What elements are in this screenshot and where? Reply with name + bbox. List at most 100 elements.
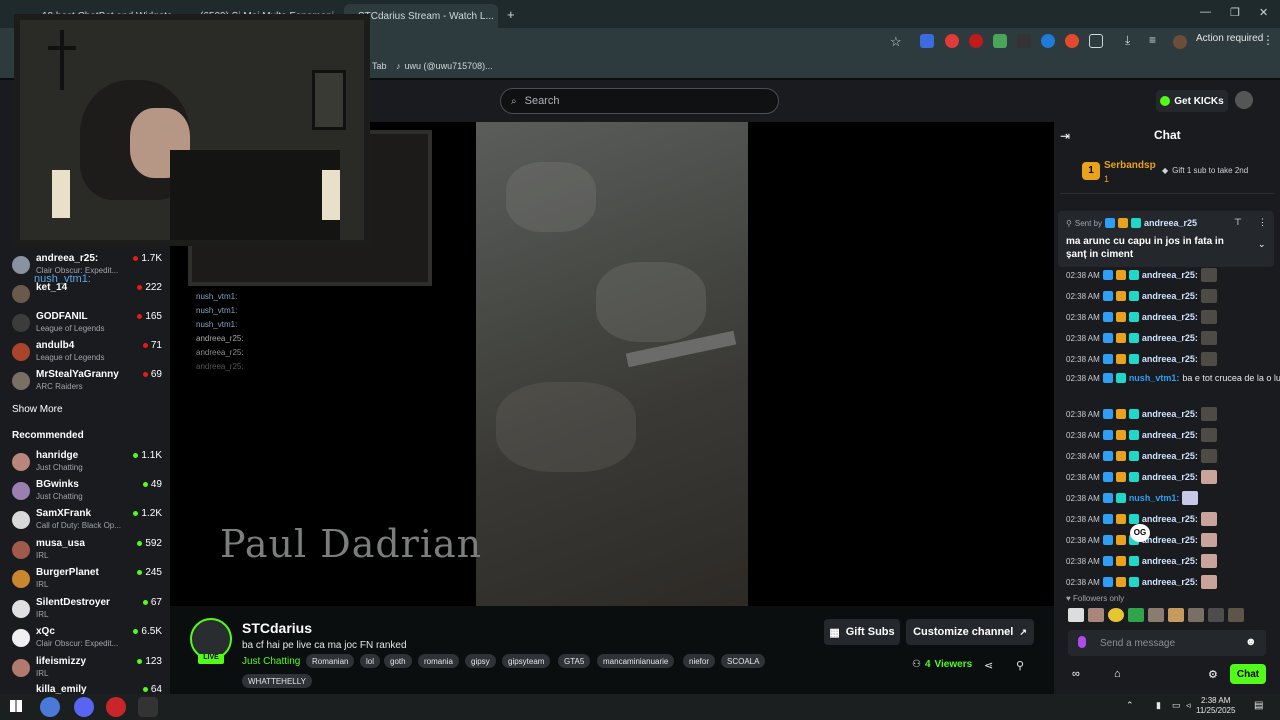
- sidebar-channel[interactable]: killa_emily 64: [12, 683, 162, 694]
- follow-user-icon[interactable]: ⚲: [1016, 659, 1024, 672]
- action-required-button[interactable]: Action required: [1196, 33, 1263, 44]
- pinned-by-user[interactable]: andreea_r25: [1144, 218, 1197, 228]
- tray-chevron-icon[interactable]: ⌃: [1126, 700, 1134, 711]
- more-options-icon[interactable]: ⋮: [1258, 217, 1267, 228]
- message-username[interactable]: andreea_r25:: [1142, 556, 1198, 566]
- stream-tag[interactable]: goth: [384, 654, 412, 668]
- minimize-icon[interactable]: —: [1200, 6, 1211, 18]
- windows-start-icon[interactable]: [10, 700, 22, 712]
- extension-icon[interactable]: [920, 34, 934, 48]
- stream-tag[interactable]: Romanian: [306, 654, 355, 668]
- user-avatar[interactable]: [1235, 91, 1253, 109]
- sidebar-channel[interactable]: musa_usa IRL 592: [12, 537, 162, 565]
- emote-icon[interactable]: [1208, 608, 1224, 622]
- extensions-puzzle-icon[interactable]: [1089, 34, 1103, 48]
- microphone-tray-icon[interactable]: ▮: [1156, 700, 1161, 711]
- customize-channel-button[interactable]: Customize channel ↗: [906, 619, 1034, 645]
- message-username[interactable]: nush_vtm1:: [1129, 373, 1180, 383]
- volume-icon[interactable]: ◃: [1186, 700, 1191, 711]
- emoji-icon[interactable]: ☻: [1245, 636, 1257, 648]
- stream-tag[interactable]: lol: [360, 654, 381, 668]
- sidebar-channel[interactable]: GODFANIL League of Legends 165: [12, 310, 162, 338]
- search-input[interactable]: ⌕ Search: [500, 88, 779, 114]
- stream-tag[interactable]: WHATTEHELLY: [242, 674, 312, 688]
- emote-icon[interactable]: [1128, 608, 1144, 622]
- microphone-icon[interactable]: [1078, 636, 1086, 648]
- bookmark-item[interactable]: Tab: [372, 61, 387, 71]
- chat-message[interactable]: 02:38 AM andreea_r25:: [1066, 428, 1217, 442]
- extension-icon[interactable]: [1065, 34, 1079, 48]
- store-icon[interactable]: ⌂: [1114, 668, 1121, 680]
- message-username[interactable]: andreea_r25:: [1142, 312, 1198, 322]
- gifter-name[interactable]: Serbandsp: [1104, 160, 1156, 171]
- sidebar-channel[interactable]: BGwinks Just Chatting 49: [12, 478, 162, 506]
- message-username[interactable]: andreea_r25:: [1142, 451, 1198, 461]
- message-username[interactable]: andreea_r25:: [1142, 535, 1198, 545]
- restore-icon[interactable]: ❐: [1230, 6, 1240, 19]
- emote-icon[interactable]: [1168, 608, 1184, 622]
- sidebar-channel[interactable]: SamXFrank Call of Duty: Black Op... 1.2K: [12, 507, 162, 535]
- settings-gear-icon[interactable]: ⚙: [1208, 668, 1218, 681]
- stream-tag[interactable]: GTA5: [558, 654, 591, 668]
- share-icon[interactable]: ⋖: [984, 659, 993, 672]
- stream-tag[interactable]: gipsyteam: [502, 654, 551, 668]
- gift-prompt[interactable]: ◆ Gift 1 sub to take 2nd: [1162, 166, 1248, 175]
- channel-points-icon[interactable]: ∞: [1072, 668, 1080, 680]
- chat-message-input[interactable]: Send a message: [1068, 630, 1266, 656]
- browser-menu-icon[interactable]: ⋮: [1262, 33, 1274, 47]
- message-username[interactable]: andreea_r25:: [1142, 472, 1198, 482]
- chat-message[interactable]: 02:38 AM nush_vtm1:: [1066, 491, 1199, 505]
- download-icon[interactable]: ⤓: [1125, 33, 1130, 48]
- profile-avatar[interactable]: [1173, 35, 1187, 49]
- unpin-icon[interactable]: ⊤: [1234, 217, 1242, 228]
- pinned-message[interactable]: ⚲ Sent by andreea_r25 ⊤ ⋮ ma arunc cu ca…: [1058, 211, 1274, 267]
- emote-icon[interactable]: [1148, 608, 1164, 622]
- sidebar-channel[interactable]: hanridge Just Chatting 1.1K: [12, 449, 162, 477]
- chat-message[interactable]: 02:38 AM andreea_r25:: [1066, 470, 1217, 484]
- stream-tag[interactable]: mancaminianuarie: [597, 654, 675, 668]
- emote-icon[interactable]: [1088, 608, 1104, 622]
- taskbar-clock[interactable]: 2:38 AM 11/25/2025: [1196, 696, 1235, 716]
- get-kicks-button[interactable]: Get KICKs: [1156, 90, 1228, 112]
- message-username[interactable]: andreea_r25:: [1142, 333, 1198, 343]
- stream-tag[interactable]: niefor: [683, 654, 716, 668]
- chat-message[interactable]: 02:38 AM andreea_r25:: [1066, 268, 1217, 282]
- network-icon[interactable]: ▭: [1172, 700, 1181, 711]
- message-username[interactable]: nush_vtm1:: [1129, 493, 1180, 503]
- extension-icon[interactable]: [945, 34, 959, 48]
- sidebar-channel[interactable]: SilentDestroyer IRL 67: [12, 596, 162, 624]
- discord-icon[interactable]: [74, 697, 94, 717]
- chat-message[interactable]: 02:38 AM andreea_r25:: [1066, 352, 1217, 366]
- chat-message[interactable]: 02:38 AM andreea_r25:: [1066, 289, 1217, 303]
- message-username[interactable]: andreea_r25:: [1142, 354, 1198, 364]
- chrome-icon[interactable]: [40, 697, 60, 717]
- epic-games-icon[interactable]: [138, 697, 158, 717]
- chat-message[interactable]: 02:38 AM nush_vtm1: ba e tot crucea de la …: [1066, 373, 1280, 383]
- chat-message[interactable]: 02:38 AM andreea_r25:: [1066, 575, 1217, 589]
- extension-icon[interactable]: [1017, 34, 1031, 48]
- extension-icon[interactable]: [1041, 34, 1055, 48]
- streamer-name[interactable]: STCdarius: [242, 620, 312, 636]
- emote-icon[interactable]: [1188, 608, 1204, 622]
- extension-icon[interactable]: [969, 34, 983, 48]
- sidebar-channel[interactable]: ket_14 222: [12, 281, 162, 309]
- chat-message[interactable]: 02:38 AM andreea_r25:: [1066, 449, 1217, 463]
- chat-message[interactable]: 02:38 AM andreea_r25:: [1066, 554, 1217, 568]
- message-username[interactable]: andreea_r25:: [1142, 430, 1198, 440]
- message-username[interactable]: andreea_r25:: [1142, 514, 1198, 524]
- sidebar-channel[interactable]: BurgerPlanet IRL 245: [12, 566, 162, 594]
- gift-subs-button[interactable]: ▦ Gift Subs: [824, 619, 900, 645]
- notification-icon[interactable]: ▤: [1254, 700, 1263, 711]
- send-chat-button[interactable]: Chat: [1230, 664, 1266, 684]
- app-icon[interactable]: [106, 697, 126, 717]
- expand-chevron-icon[interactable]: ⌄: [1258, 239, 1266, 250]
- chat-message[interactable]: 02:38 AM andreea_r25:: [1066, 407, 1217, 421]
- bookmark-item[interactable]: ♪ uwu (@uwu715708)...: [396, 61, 493, 71]
- show-more-link[interactable]: Show More: [12, 404, 63, 415]
- message-username[interactable]: andreea_r25:: [1142, 270, 1198, 280]
- bookmark-star-icon[interactable]: ☆: [890, 34, 902, 50]
- emote-icon[interactable]: [1068, 608, 1084, 622]
- stream-category[interactable]: Just Chatting: [242, 656, 300, 667]
- message-username[interactable]: andreea_r25:: [1142, 409, 1198, 419]
- message-username[interactable]: andreea_r25:: [1142, 577, 1198, 587]
